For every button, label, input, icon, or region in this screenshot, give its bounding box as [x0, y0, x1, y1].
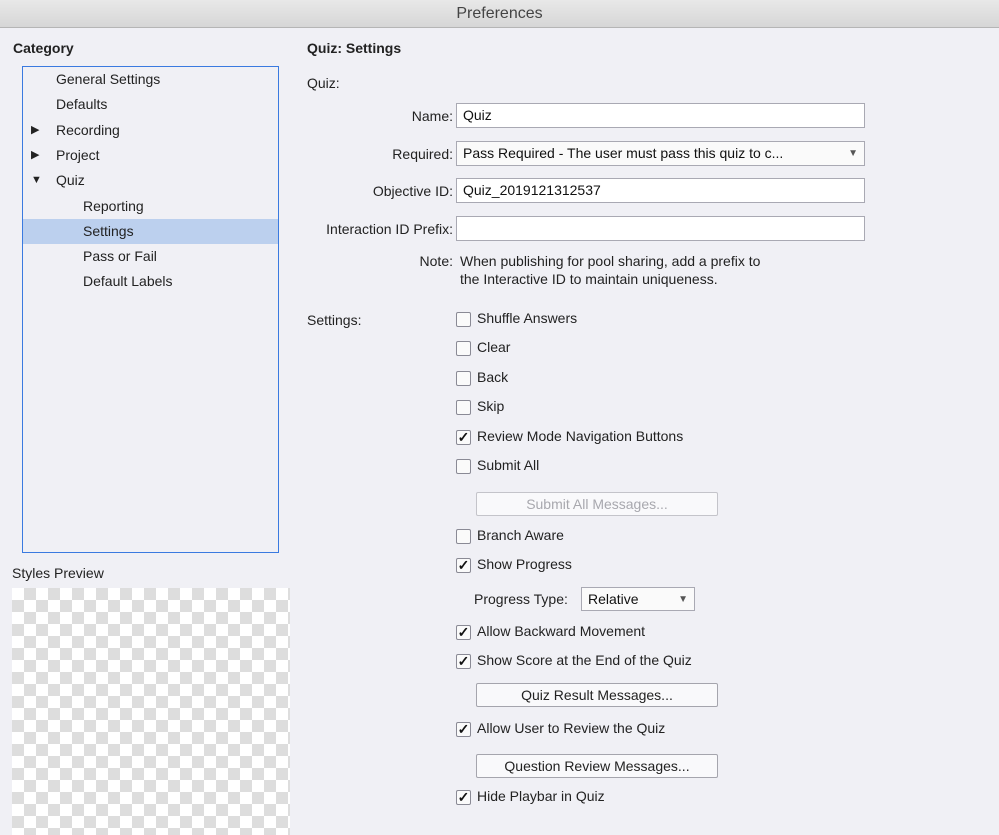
styles-preview-label: Styles Preview: [12, 565, 104, 581]
sidebar-item-label: Settings: [83, 222, 134, 239]
sidebar-item-defaults[interactable]: Defaults: [23, 92, 278, 117]
sidebar-item-label: General Settings: [56, 71, 161, 87]
checkbox-label[interactable]: Review Mode Navigation Buttons: [477, 428, 683, 444]
chevron-down-icon: ▼: [848, 148, 858, 159]
checkbox-back[interactable]: [456, 371, 471, 386]
interaction-id-input[interactable]: [456, 216, 865, 241]
checkbox-label[interactable]: Clear: [477, 339, 510, 355]
sidebar-item-quiz[interactable]: ▼ Quiz: [23, 168, 278, 193]
progress-type-select[interactable]: Relative ▼: [581, 587, 695, 611]
checkbox-label[interactable]: Show Progress: [477, 556, 572, 572]
sidebar-item-label: Recording: [56, 121, 120, 138]
checkbox-show-score-at-the-end-of-the-quiz[interactable]: ✓: [456, 654, 471, 669]
checkbox-label[interactable]: Show Score at the End of the Quiz: [477, 652, 692, 668]
sidebar-item-general-settings[interactable]: General Settings: [23, 67, 278, 92]
name-input[interactable]: Quiz: [456, 103, 865, 128]
triangle-down-icon[interactable]: ▼: [31, 168, 42, 193]
chevron-down-icon: ▼: [678, 594, 688, 605]
checkbox-label[interactable]: Allow Backward Movement: [477, 623, 645, 639]
page-title: Quiz: Settings: [307, 40, 402, 56]
objective-id-label: Objective ID:: [372, 183, 453, 199]
checkbox-review-mode-navigation-buttons[interactable]: ✓: [456, 430, 471, 445]
checkbox-allow-backward-movement[interactable]: ✓: [456, 625, 471, 640]
category-tree[interactable]: General Settings Defaults ▶ Recording ▶ Proje…: [22, 66, 279, 553]
checkbox-label[interactable]: Submit All: [477, 457, 539, 473]
sidebar-item-label: Project: [56, 146, 100, 163]
category-heading: Category: [13, 40, 74, 56]
checkbox-hide-playbar-in-quiz[interactable]: ✓: [456, 790, 471, 805]
required-value: Pass Required - The user must pass this …: [463, 145, 784, 161]
styles-preview: [12, 588, 290, 835]
sidebar-item-reporting[interactable]: Reporting: [23, 194, 278, 219]
checkbox-allow-user-to-review-the-quiz[interactable]: ✓: [456, 722, 471, 737]
checkbox-label[interactable]: Skip: [477, 398, 504, 414]
checkbox-label[interactable]: Back: [477, 369, 508, 385]
sidebar-item-settings[interactable]: Settings: [23, 218, 278, 244]
checkbox-label[interactable]: Shuffle Answers: [477, 310, 577, 326]
sidebar-item-project[interactable]: ▶ Project: [23, 143, 278, 168]
checkbox-show-progress[interactable]: ✓: [456, 558, 471, 573]
progress-type-value: Relative: [588, 591, 639, 607]
note-label: Note:: [419, 253, 453, 269]
name-label: Name:: [411, 108, 453, 124]
sidebar-item-recording[interactable]: ▶ Recording: [23, 118, 278, 143]
sidebar-item-label: Default Labels: [83, 273, 173, 290]
quiz-result-messages-button[interactable]: Quiz Result Messages...: [476, 683, 718, 707]
sidebar-item-label: Pass or Fail: [83, 248, 157, 265]
checkbox-skip[interactable]: [456, 400, 471, 415]
triangle-right-icon[interactable]: ▶: [31, 118, 39, 143]
checkbox-branch-aware[interactable]: [456, 529, 471, 544]
interaction-id-label: Interaction ID Prefix:: [326, 221, 453, 237]
checkbox-clear[interactable]: [456, 341, 471, 356]
quiz-label: Quiz:: [307, 75, 340, 91]
checkbox-submit-all[interactable]: [456, 459, 471, 474]
submit-all-messages-button[interactable]: Submit All Messages...: [476, 492, 718, 516]
triangle-right-icon[interactable]: ▶: [31, 143, 39, 168]
sidebar-item-label: Quiz: [56, 172, 85, 189]
required-label: Required:: [392, 146, 453, 162]
sidebar-item-pass-or-fail[interactable]: Pass or Fail: [23, 244, 278, 269]
sidebar-item-default-labels[interactable]: Default Labels: [23, 269, 278, 294]
sidebar-item-label: Defaults: [56, 96, 108, 113]
required-select[interactable]: Pass Required - The user must pass this …: [456, 141, 865, 166]
sidebar-item-label: Reporting: [83, 197, 144, 214]
objective-id-input[interactable]: Quiz_2019121312537: [456, 178, 865, 203]
checkbox-label[interactable]: Branch Aware: [477, 527, 564, 543]
progress-type-label: Progress Type:: [474, 591, 568, 607]
note-line-1: When publishing for pool sharing, add a …: [460, 253, 761, 269]
title-bar: Preferences: [0, 0, 999, 28]
question-review-messages-button[interactable]: Question Review Messages...: [476, 754, 718, 778]
checkbox-label[interactable]: Allow User to Review the Quiz: [477, 720, 665, 736]
note-line-2: the Interactive ID to maintain uniquenes…: [460, 271, 718, 287]
checkbox-shuffle-answers[interactable]: [456, 312, 471, 327]
settings-label: Settings:: [307, 312, 362, 328]
checkbox-label[interactable]: Hide Playbar in Quiz: [477, 788, 605, 804]
